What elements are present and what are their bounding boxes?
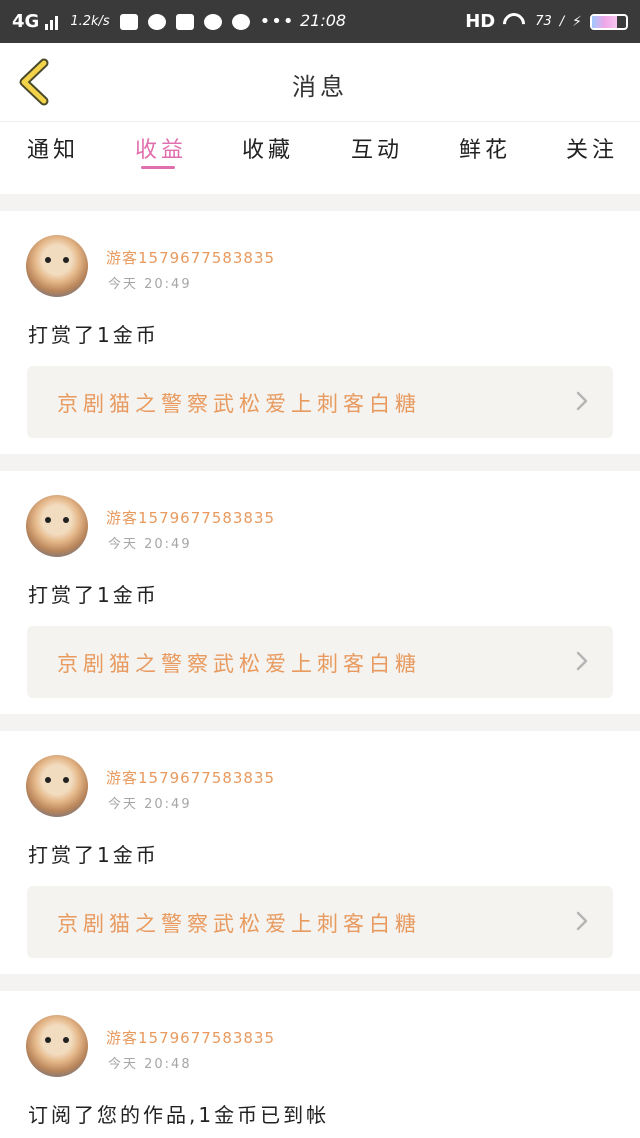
battery-percent: 73	[535, 14, 552, 29]
message-card: 游客1579677583835 今天 20:48 订阅了您的作品,1金币已到帐	[0, 991, 640, 1138]
qq-icon	[203, 13, 222, 30]
avatar[interactable]	[26, 1015, 88, 1077]
percent-sign-icon: ∕	[559, 14, 565, 29]
work-link[interactable]: 京剧猫之警察武松爱上刺客白糖	[27, 886, 613, 958]
timestamp: 今天 20:48	[108, 1057, 192, 1072]
timestamp: 今天 20:49	[108, 537, 192, 552]
message-text: 打赏了1金币	[28, 323, 159, 347]
app-s-icon	[175, 13, 194, 30]
message-card: 游客1579677583835 今天 20:49 打赏了1金币 京剧猫之警察武松…	[0, 211, 640, 454]
page-title: 消息	[292, 73, 348, 101]
clock: 21:08	[300, 11, 347, 30]
network-speed: 1.2k/s	[70, 14, 110, 29]
network-type: 4G	[12, 11, 40, 32]
tab-interactions[interactable]: 互动	[351, 132, 403, 164]
timestamp: 今天 20:49	[108, 277, 192, 292]
username[interactable]: 游客1579677583835	[106, 767, 275, 788]
username[interactable]: 游客1579677583835	[106, 507, 275, 528]
work-title: 京剧猫之警察武松爱上刺客白糖	[57, 652, 421, 676]
work-link[interactable]: 京剧猫之警察武松爱上刺客白糖	[27, 366, 613, 438]
more-notifications-icon: •••	[259, 11, 295, 32]
username[interactable]: 游客1579677583835	[106, 247, 275, 268]
home-icon	[119, 13, 138, 30]
signal-icon	[45, 14, 59, 30]
battery-icon	[590, 13, 628, 30]
message-card: 游客1579677583835 今天 20:49 打赏了1金币 京剧猫之警察武松…	[0, 471, 640, 714]
tab-flowers[interactable]: 鲜花	[459, 132, 511, 164]
charging-icon: ⚡	[572, 13, 582, 30]
work-link[interactable]: 京剧猫之警察武松爱上刺客白糖	[27, 626, 613, 698]
tab-earnings[interactable]: 收益	[135, 132, 187, 164]
avatar[interactable]	[26, 755, 88, 817]
chevron-right-icon	[576, 651, 588, 671]
hd-indicator: HD	[465, 11, 496, 32]
message-text: 打赏了1金币	[28, 843, 159, 867]
tab-bar: 通知 收益 收藏 互动 鲜花 关注	[0, 121, 640, 194]
message-card: 游客1579677583835 今天 20:49 打赏了1金币 京剧猫之警察武松…	[0, 731, 640, 974]
chevron-right-icon	[576, 391, 588, 411]
tab-notifications[interactable]: 通知	[27, 132, 79, 164]
header: 消息	[0, 43, 640, 121]
message-text: 打赏了1金币	[28, 583, 159, 607]
jovi-icon	[231, 13, 250, 30]
cloud-icon	[147, 13, 166, 30]
tab-following[interactable]: 关注	[566, 132, 618, 164]
username[interactable]: 游客1579677583835	[106, 1027, 275, 1048]
status-bar: 4G 1.2k/s ••• 21:08 HD 73 ∕ ⚡	[0, 0, 640, 43]
chevron-right-icon	[576, 911, 588, 931]
timestamp: 今天 20:49	[108, 797, 192, 812]
tab-favorites[interactable]: 收藏	[242, 132, 294, 164]
wifi-icon	[503, 13, 527, 31]
message-text: 订阅了您的作品,1金币已到帐	[28, 1103, 330, 1127]
active-tab-indicator	[141, 166, 175, 169]
work-title: 京剧猫之警察武松爱上刺客白糖	[57, 392, 421, 416]
avatar[interactable]	[26, 235, 88, 297]
avatar[interactable]	[26, 495, 88, 557]
work-title: 京剧猫之警察武松爱上刺客白糖	[57, 912, 421, 936]
